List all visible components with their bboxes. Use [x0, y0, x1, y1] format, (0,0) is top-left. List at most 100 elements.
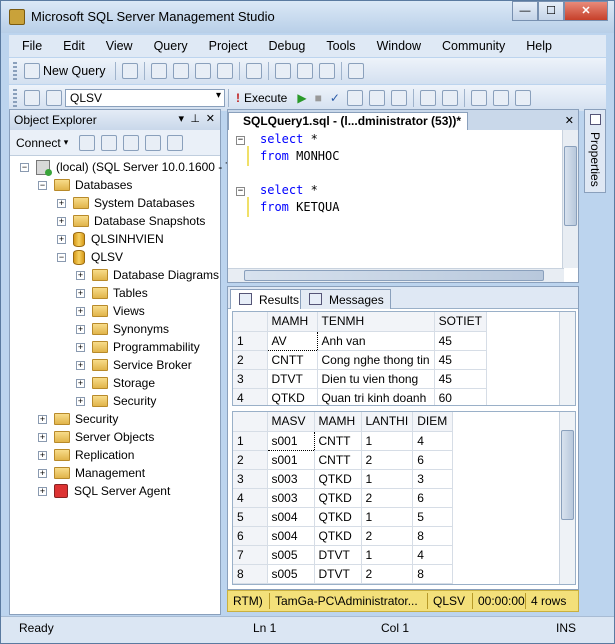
sql-compact-query-icon[interactable]: [245, 63, 262, 79]
collapse-icon[interactable]: −: [236, 136, 245, 145]
comment-out-icon[interactable]: [470, 90, 487, 106]
column-header[interactable]: LANTHI: [361, 412, 414, 432]
database-engine-query-icon[interactable]: [150, 63, 167, 79]
debug-icon[interactable]: ▶: [297, 91, 306, 105]
tree-node-system-databases[interactable]: + System Databases: [57, 194, 195, 212]
xmla-query-icon[interactable]: [216, 63, 233, 79]
table-row[interactable]: 4 s003 QTKD 2 6: [233, 488, 454, 508]
table-row[interactable]: 8 s005 DTVT 2 8: [233, 564, 454, 584]
filter-icon[interactable]: [145, 134, 162, 151]
menu-query[interactable]: Query: [141, 39, 196, 53]
menu-tools[interactable]: Tools: [313, 39, 363, 53]
tree-node-databases[interactable]: − Databases: [38, 176, 132, 194]
tree-node-synonyms[interactable]: + Synonyms: [76, 320, 169, 338]
results-grid-monhoc[interactable]: MAMH TENMH SOTIET 1 AV Anh van 45 2 CNTT Cong…: [232, 311, 576, 406]
tree-node-security[interactable]: + Security: [38, 410, 118, 428]
close-panel-icon[interactable]: ✕: [206, 112, 215, 125]
panel-menu-icon[interactable]: ▾: [178, 112, 184, 125]
table-row[interactable]: 4 QTKD Quan tri kinh doanh 60: [233, 388, 487, 405]
mdx-query-icon[interactable]: [194, 63, 211, 79]
table-row[interactable]: 1 s001 CNTT 1 4: [233, 430, 454, 451]
table-row[interactable]: 3 s003 QTKD 1 3: [233, 469, 454, 489]
include-plan-icon[interactable]: [419, 90, 436, 106]
auto-hide-pin-icon[interactable]: ⊥: [190, 112, 200, 125]
table-row[interactable]: 7 s005 DTVT 1 4: [233, 545, 454, 565]
tree-node-db-security[interactable]: + Security: [76, 392, 156, 410]
activity-monitor-icon[interactable]: [347, 63, 364, 79]
client-statistics-icon[interactable]: [441, 90, 458, 106]
close-tab-icon[interactable]: ✕: [565, 114, 574, 127]
cancel-query-icon[interactable]: ■: [315, 91, 322, 105]
tab-results[interactable]: Results: [230, 289, 307, 309]
column-header[interactable]: SOTIET: [434, 312, 487, 332]
menu-view[interactable]: View: [93, 39, 141, 53]
analysis-services-query-icon[interactable]: [172, 63, 189, 79]
table-row[interactable]: 1 AV Anh van 45: [233, 330, 487, 351]
table-row[interactable]: 2 s001 CNTT 2 6: [233, 450, 454, 470]
menu-window[interactable]: Window: [364, 39, 429, 53]
results-grid-ketqua[interactable]: MASV MAMH LANTHI DIEM 1 s001 CNTT 1 4 2 s001 C…: [232, 411, 576, 585]
open-file-icon[interactable]: [274, 63, 291, 79]
code-area[interactable]: − select * from MONHOC − select * from K…: [228, 132, 564, 270]
decrease-indent-icon[interactable]: [514, 90, 531, 106]
table-row[interactable]: 2 CNTT Cong nghe thong tin 45: [233, 350, 487, 370]
change-connection-icon[interactable]: [46, 90, 62, 106]
column-header[interactable]: MASV: [267, 412, 315, 432]
grid-vertical-scrollbar[interactable]: [559, 312, 575, 405]
connect-object-icon[interactable]: [79, 134, 96, 151]
properties-sidebar-tab[interactable]: Properties: [584, 109, 606, 193]
collapse-icon[interactable]: −: [236, 187, 245, 196]
toolbar-grip[interactable]: [13, 62, 17, 80]
menu-debug[interactable]: Debug: [256, 39, 314, 53]
menu-project[interactable]: Project: [196, 39, 256, 53]
chevron-down-icon[interactable]: ▾: [64, 137, 69, 148]
save-icon[interactable]: [296, 63, 313, 79]
save-all-icon[interactable]: [318, 63, 335, 79]
tree-node-database-diagrams[interactable]: + Database Diagrams: [76, 266, 219, 284]
tree-node-service-broker[interactable]: + Service Broker: [76, 356, 192, 374]
menu-community[interactable]: Community: [429, 39, 513, 53]
toolbar-grip[interactable]: [13, 89, 17, 107]
tree-node-replication[interactable]: + Replication: [38, 446, 134, 464]
column-header[interactable]: MAMH: [267, 312, 318, 332]
column-header[interactable]: DIEM: [412, 412, 454, 432]
parse-icon[interactable]: ✓: [330, 91, 340, 105]
results-to-grid-icon[interactable]: [390, 90, 407, 106]
tree-node-server-objects[interactable]: + Server Objects: [38, 428, 154, 446]
tab-messages[interactable]: Messages: [300, 289, 391, 309]
tree-node-tables[interactable]: + Tables: [76, 284, 148, 302]
editor-vertical-scrollbar[interactable]: [562, 130, 578, 268]
table-row[interactable]: 6 s004 QTKD 2 8: [233, 526, 454, 546]
stop-icon[interactable]: [123, 134, 140, 151]
tab-sqlquery1[interactable]: SQLQuery1.sql - (l...dministrator (53))*: [228, 112, 469, 130]
column-header[interactable]: MAMH: [314, 412, 362, 432]
connect-icon[interactable]: [24, 90, 40, 106]
grid-vertical-scrollbar[interactable]: [559, 412, 575, 584]
tree-node-management[interactable]: + Management: [38, 464, 145, 482]
menu-file[interactable]: File: [9, 39, 50, 53]
tree-node-qlsv[interactable]: − QLSV: [57, 248, 123, 266]
tree-node-database-snapshots[interactable]: + Database Snapshots: [57, 212, 205, 230]
display-estimated-plan-icon[interactable]: [346, 90, 363, 106]
table-row[interactable]: 3 DTVT Dien tu vien thong 45: [233, 369, 487, 389]
database-select[interactable]: QLSV: [65, 89, 225, 107]
table-row[interactable]: 5 s004 QTKD 1 5: [233, 507, 454, 527]
menu-help[interactable]: Help: [513, 39, 560, 53]
tree-node-programmability[interactable]: + Programmability: [76, 338, 200, 356]
tree-node-views[interactable]: + Views: [76, 302, 145, 320]
new-query-button[interactable]: New Query: [43, 64, 106, 78]
minimize-button[interactable]: —: [512, 1, 538, 21]
tree-node-server[interactable]: − (local) (SQL Server 10.0.1600 - T: [20, 158, 233, 176]
close-button[interactable]: ✕: [564, 1, 608, 21]
uncomment-icon[interactable]: [492, 90, 509, 106]
editor-horizontal-scrollbar[interactable]: [228, 268, 564, 282]
tree-node-qlsinhvien[interactable]: + QLSINHVIEN: [57, 230, 164, 248]
menu-edit[interactable]: Edit: [50, 39, 93, 53]
new-file-icon[interactable]: [121, 63, 138, 79]
connect-dropdown[interactable]: Connect: [16, 136, 61, 150]
maximize-button[interactable]: ☐: [538, 1, 564, 21]
execute-button[interactable]: Execute: [244, 91, 287, 105]
column-header[interactable]: TENMH: [317, 312, 435, 332]
query-designer-icon[interactable]: [368, 90, 385, 106]
tree-node-sql-server-agent[interactable]: + SQL Server Agent: [38, 482, 170, 500]
